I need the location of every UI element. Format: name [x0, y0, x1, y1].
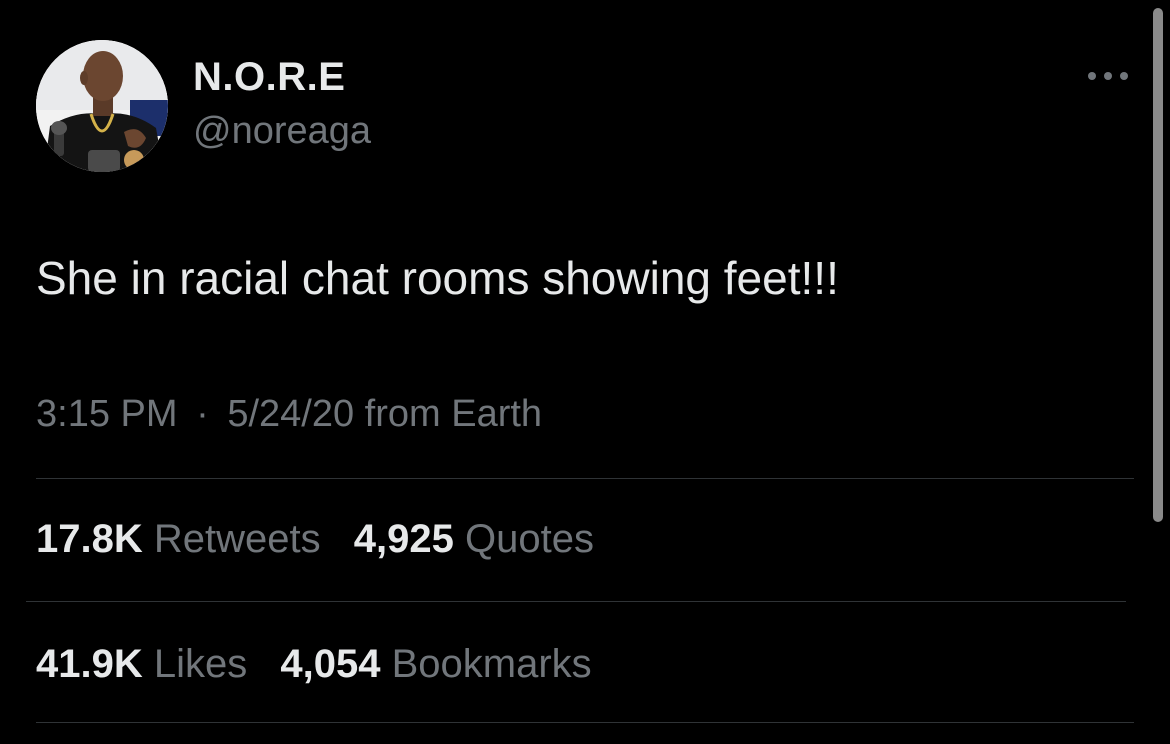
retweets-stat[interactable]: 17.8K Retweets [36, 515, 321, 563]
tweet-date[interactable]: 5/24/20 [227, 393, 354, 435]
retweets-label: Retweets [153, 517, 321, 561]
more-horizontal-icon [1088, 72, 1128, 80]
meta-separator: · [196, 393, 209, 435]
tweet-source: from Earth [364, 393, 543, 435]
tweet-text: She in racial chat rooms showing feet!!! [36, 252, 839, 304]
likes-label: Likes [153, 642, 248, 686]
more-options-button[interactable] [1082, 60, 1134, 92]
bookmarks-count: 4,054 [280, 642, 381, 686]
author-display-name[interactable]: N.O.R.E [193, 53, 345, 101]
quotes-count: 4,925 [353, 517, 454, 561]
stats-row-engagement: 41.9K Likes 4,054 Bookmarks [36, 640, 614, 688]
avatar-photo [36, 40, 168, 172]
likes-count: 41.9K [36, 642, 143, 686]
quotes-label: Quotes [464, 517, 594, 561]
bookmarks-stat[interactable]: 4,054 Bookmarks [280, 640, 591, 688]
retweets-count: 17.8K [36, 517, 143, 561]
author-handle[interactable]: @noreaga [193, 108, 371, 154]
avatar[interactable] [36, 40, 168, 172]
divider [36, 478, 1134, 479]
tweet-metadata: 3:15 PM · 5/24/20 from Earth [36, 391, 542, 437]
tweet-time[interactable]: 3:15 PM [36, 393, 178, 435]
likes-stat[interactable]: 41.9K Likes [36, 640, 247, 688]
quotes-stat[interactable]: 4,925 Quotes [354, 515, 594, 563]
divider [26, 601, 1126, 602]
bookmarks-label: Bookmarks [391, 642, 592, 686]
scrollbar[interactable] [1153, 8, 1163, 522]
divider [36, 722, 1134, 723]
stats-row-reposts: 17.8K Retweets 4,925 Quotes [36, 515, 616, 563]
